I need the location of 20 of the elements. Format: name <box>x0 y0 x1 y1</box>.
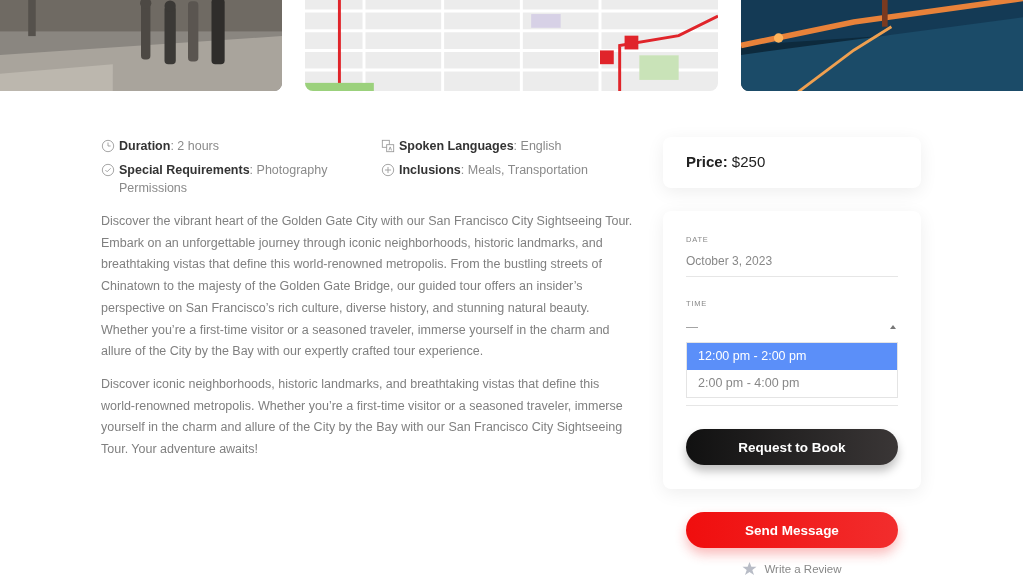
review-text: Write a Review <box>764 562 842 575</box>
review-link[interactable]: Write a Review <box>742 561 842 576</box>
request-button[interactable]: Request to Book <box>686 429 898 465</box>
price-text: Price: $250 <box>686 153 766 170</box>
translate-icon <box>381 139 395 153</box>
detail-text: Duration: 2 hours <box>119 138 220 155</box>
caret-icon <box>890 325 896 329</box>
time-select[interactable]: — <box>686 318 898 342</box>
detail-text: Spoken Languages: English <box>399 138 562 155</box>
date-field[interactable]: October 3, 2023 <box>686 254 898 277</box>
description-paragraph: Discover the vibrant heart of the Golden Gate City with our San Francisco City Sightseeing Tour. Embark on an unforgettable journey through iconic neighborhoods, historic landmarks, and breathtaking vistas that define this world-renowned metropolis. From the bustling streets of Chinatown to the majesty of the Golden Gate Bridge, our guided tour offers an insider’s perspective on San Francisco’s rich culture, diverse history, and stunning natural beauty. Whether you’re a first-time visitor or a seasoned traveler, immerse yourself in the charm and allure of the City by the Bay with our expertly crafted tour experience. <box>101 213 634 361</box>
send-button[interactable]: Send Message <box>686 512 898 548</box>
detail-text: Special Requirements: Photography Permissions <box>119 162 329 197</box>
plus-circle-icon <box>381 163 395 177</box>
description-paragraph: Discover iconic neighborhoods, historic landmarks, and breathtaking vistas that define this world-renowned metropolis. Whether you’re a first-time visitor or a seasoned traveler, immerse yourself in the charm and allure of the City by the Bay with our San Francisco City Sightseeing Tour. Your adventure awaits! <box>101 375 624 459</box>
detail-text: Inclusions: Meals, Transportation <box>399 162 588 179</box>
star-icon <box>742 561 758 576</box>
dropdown-option[interactable]: 12:00 pm - 2:00 pm <box>687 343 897 370</box>
check-circle-icon <box>101 163 115 177</box>
clock-icon <box>101 139 115 153</box>
